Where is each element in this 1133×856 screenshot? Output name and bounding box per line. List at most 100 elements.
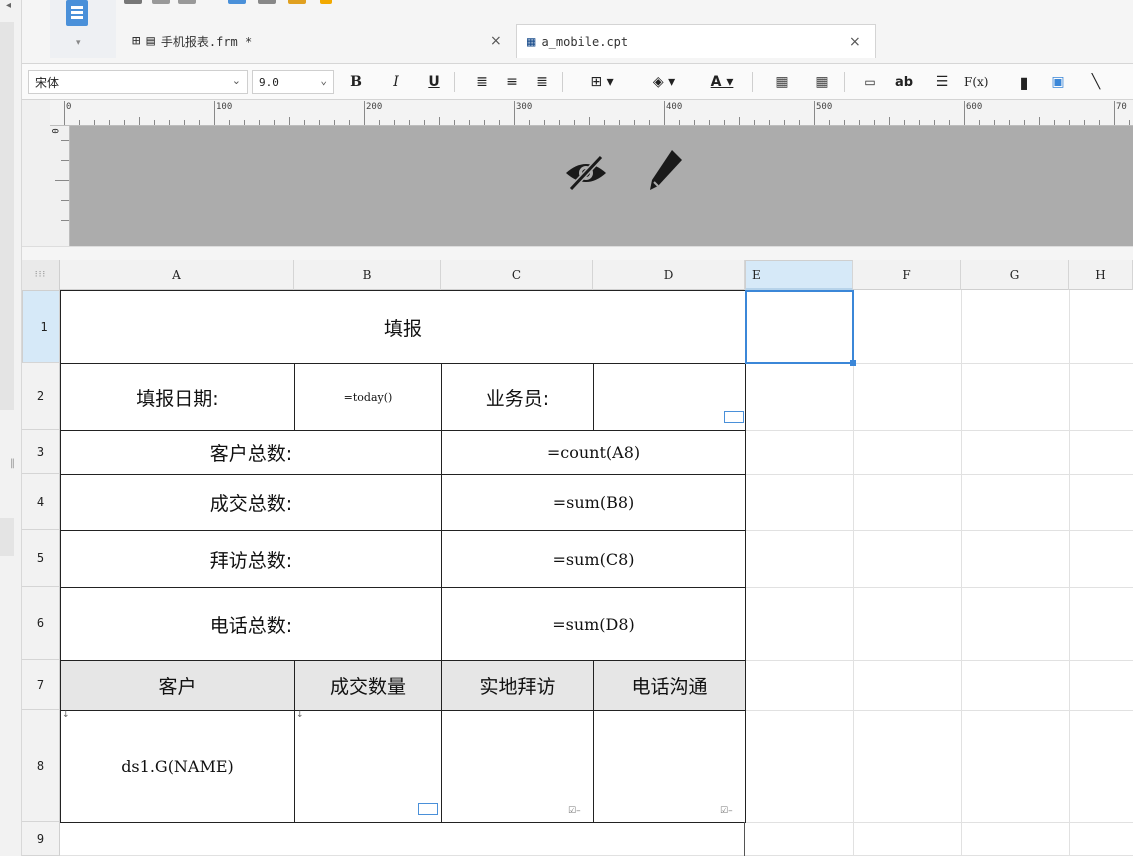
ruler-mark: 400 [666, 102, 683, 112]
image-icon[interactable]: ▣ [1048, 70, 1068, 94]
cell-a2-date-label[interactable]: 填报日期: [60, 363, 295, 431]
close-tab-icon[interactable]: × [849, 34, 861, 50]
paste-icon[interactable] [288, 0, 306, 4]
tab-form-file[interactable]: ⊞ ▤ 手机报表.frm * × [122, 24, 516, 58]
slash-icon[interactable]: ╲ [1086, 70, 1106, 94]
ruler-tick [634, 120, 635, 125]
gridline [853, 290, 854, 856]
row-header-6[interactable]: 6 [22, 587, 60, 660]
align-left-icon[interactable]: ≣ [472, 70, 492, 94]
tab-label: 手机报表.frm * [160, 34, 253, 49]
text-button[interactable]: ab [894, 70, 914, 94]
gridline [745, 474, 1133, 475]
cell-c5-sum-c8-formula[interactable]: =sum(C8) [441, 530, 746, 588]
ruler-tick [514, 101, 515, 125]
drag-grip-icon[interactable]: ‖ [10, 458, 15, 469]
cell-a5-visit-total-label[interactable]: 拜访总数: [60, 530, 442, 588]
row-header-7[interactable]: 7 [22, 660, 60, 710]
cell-b2-today-formula[interactable]: =today() [294, 363, 442, 431]
expand-down-icon: ↓ [62, 710, 70, 720]
split-cells-icon[interactable]: ▦ [812, 70, 832, 94]
column-header-h[interactable]: H [1069, 260, 1133, 290]
ruler-tick [949, 120, 950, 125]
font-color-icon[interactable]: A ▾ [702, 70, 742, 94]
close-tab-icon[interactable]: × [490, 33, 502, 49]
tab-mobile-cpt[interactable]: ▦ a_mobile.cpt × [516, 24, 876, 58]
cell-a3-customer-total-label[interactable]: 客户总数: [60, 430, 442, 475]
column-header-c[interactable]: C [441, 260, 593, 290]
column-header-e[interactable]: E [745, 260, 853, 290]
cell-a7-header-customer[interactable]: 客户 [60, 660, 295, 711]
cell-b7-header-deals[interactable]: 成交数量 [294, 660, 442, 711]
cell-a8-dataset-column[interactable]: ds1.G(NAME) [60, 710, 295, 823]
cell-c3-count-formula[interactable]: =count(A8) [441, 430, 746, 475]
ruler-tick [709, 120, 710, 125]
row-header-5[interactable]: 5 [22, 530, 60, 587]
row-header-4[interactable]: 4 [22, 474, 60, 530]
ruler-tick [589, 117, 590, 125]
fill-handle[interactable] [850, 360, 856, 366]
chart-icon[interactable]: ▮ [1014, 70, 1034, 94]
collapse-arrow-icon[interactable]: ◂ [6, 0, 11, 11]
row-header-8[interactable]: 8 [22, 710, 60, 822]
column-header-g[interactable]: G [961, 260, 1069, 290]
cpt-file-icon: ▦ [527, 33, 536, 50]
list-icon[interactable]: ☰ [932, 70, 952, 94]
ruler-tick [244, 120, 245, 125]
cell-c2-salesman-label[interactable]: 业务员: [441, 363, 594, 431]
save-icon[interactable] [124, 0, 142, 4]
underline-button[interactable]: U [424, 70, 444, 94]
hide-eye-icon[interactable] [563, 153, 609, 193]
align-right-icon[interactable]: ≣ [532, 70, 552, 94]
row-header-1[interactable]: 1 [22, 290, 60, 363]
cut-icon[interactable] [228, 0, 246, 4]
row-header-3[interactable]: 3 [22, 430, 60, 474]
cell-c7-header-visits[interactable]: 实地拜访 [441, 660, 594, 711]
ruler-tick [859, 120, 860, 125]
ruler-tick [214, 101, 215, 125]
undo-icon[interactable] [152, 0, 170, 4]
formula-button[interactable]: F(x) [964, 70, 988, 94]
ruler-tick [1114, 101, 1115, 125]
cell-a1-title[interactable]: 填报 [60, 290, 746, 364]
gridline [745, 660, 1133, 661]
copy-icon[interactable] [258, 0, 276, 4]
selected-cell-e1[interactable] [745, 290, 856, 366]
gridline [745, 710, 1133, 711]
cell-d7-header-phone[interactable]: 电话沟通 [593, 660, 746, 711]
format-painter-icon[interactable] [320, 0, 332, 4]
ruler-tick [574, 120, 575, 125]
column-header-d[interactable]: D [593, 260, 745, 290]
ruler-tick [529, 120, 530, 125]
font-family-select[interactable]: 宋体 ⌄ [28, 70, 248, 94]
column-header-b[interactable]: B [294, 260, 441, 290]
ruler-mark: 500 [816, 102, 833, 112]
ruler-tick [934, 120, 935, 125]
bold-button[interactable]: B [346, 70, 366, 94]
ruler-tick [1009, 120, 1010, 125]
splitter-bar[interactable] [22, 246, 1133, 260]
select-all-corner[interactable]: ⁝⁝⁝ [22, 260, 60, 290]
row-header-9[interactable]: 9 [22, 822, 60, 856]
ruler-tick [559, 120, 560, 125]
edit-pencil-icon[interactable] [648, 148, 684, 192]
gridline [745, 430, 1133, 431]
align-center-icon[interactable]: ≡ [502, 70, 522, 94]
textfield-icon[interactable]: ▭ [860, 70, 880, 94]
cell-c4-sum-b8-formula[interactable]: =sum(B8) [441, 474, 746, 531]
left-panel-block [0, 518, 14, 556]
border-icon[interactable]: ⊞ ▾ [582, 70, 622, 94]
checkbox-widget-icon: ☑– [720, 806, 733, 816]
cell-a4-deal-total-label[interactable]: 成交总数: [60, 474, 442, 531]
cell-a6-phone-total-label[interactable]: 电话总数: [60, 587, 442, 661]
redo-icon[interactable] [178, 0, 196, 4]
template-menu-button[interactable]: ▾ [50, 0, 116, 58]
fill-color-icon[interactable]: ◈ ▾ [644, 70, 684, 94]
font-size-select[interactable]: 9.0 ⌄ [252, 70, 334, 94]
italic-button[interactable]: I [386, 70, 406, 94]
column-header-a[interactable]: A [60, 260, 294, 290]
cell-c6-sum-d8-formula[interactable]: =sum(D8) [441, 587, 746, 661]
column-header-f[interactable]: F [853, 260, 961, 290]
row-header-2[interactable]: 2 [22, 363, 60, 430]
merge-cells-icon[interactable]: ▦ [772, 70, 792, 94]
